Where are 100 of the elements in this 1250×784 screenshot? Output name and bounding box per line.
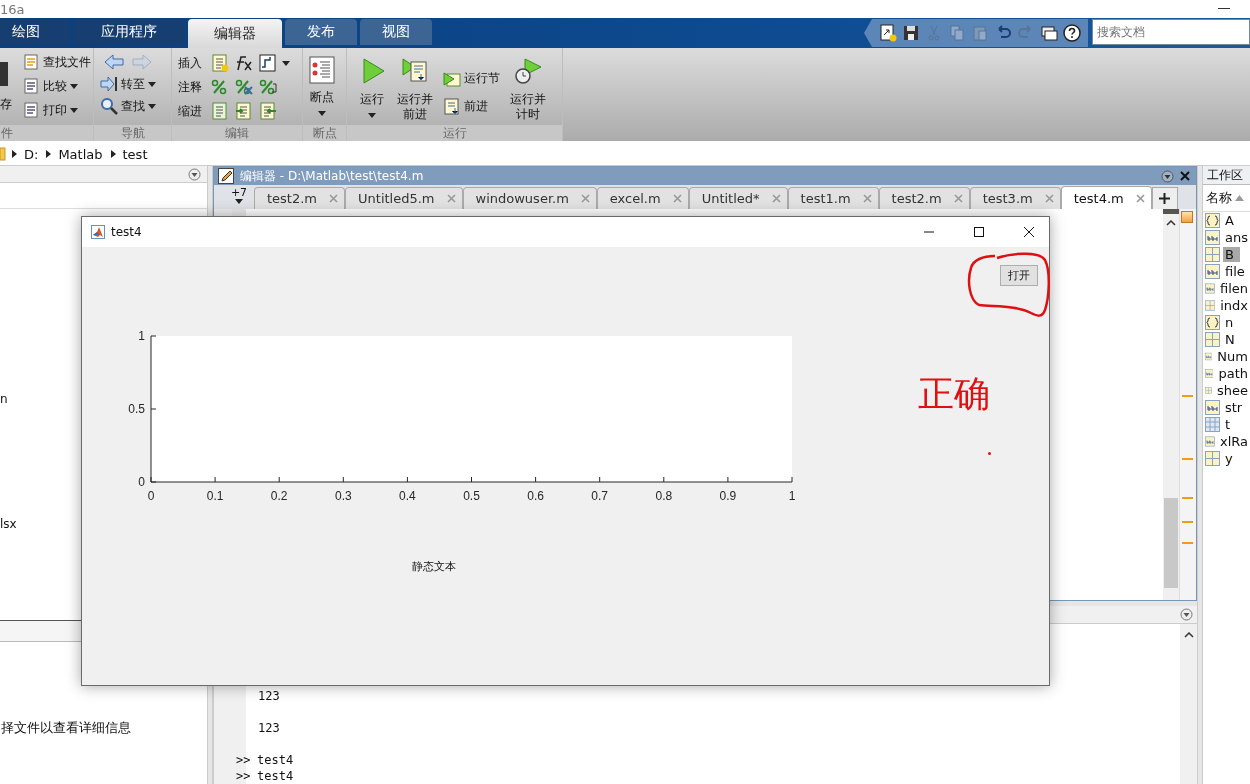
variable-name[interactable]: filen (1217, 281, 1250, 296)
dropdown-icon[interactable] (1180, 608, 1193, 621)
file-tab[interactable]: test1.m (787, 187, 879, 209)
search-field[interactable]: 搜索文档 (1092, 18, 1250, 45)
save-icon[interactable] (0, 62, 10, 86)
file-tab[interactable]: Untitled* (688, 187, 788, 209)
close-icon[interactable] (1023, 226, 1035, 238)
editor-title: 编辑器 - D:\Matlab\test\test4.m (240, 167, 424, 185)
scroll-up-icon[interactable] (1166, 220, 1176, 226)
dropdown-icon[interactable] (188, 167, 201, 181)
chevron-icon[interactable] (110, 150, 117, 158)
ribbon-button[interactable]: 转至 (100, 74, 165, 94)
ribbon-tab[interactable]: 绘图 (0, 19, 70, 45)
minimize-icon[interactable] (1218, 8, 1230, 10)
help-icon[interactable] (1062, 23, 1082, 43)
command-output: 123 (258, 689, 280, 703)
file-tab[interactable]: Untitled5.m (345, 187, 463, 209)
advance-icon (443, 97, 461, 116)
warning-marker[interactable] (1182, 458, 1193, 460)
warning-marker[interactable] (1182, 395, 1193, 397)
ribbon-tab[interactable]: 视图 (360, 19, 432, 45)
warning-marker[interactable] (1182, 542, 1193, 544)
variable-name[interactable]: B (1223, 247, 1240, 262)
variable-name[interactable]: t (1223, 417, 1233, 432)
file-list-item[interactable]: n (0, 392, 8, 409)
ribbon-button[interactable]: 打印 (22, 100, 91, 120)
scrollbar[interactable] (1180, 624, 1197, 784)
scroll-thumb[interactable] (1164, 498, 1178, 588)
save-button-label[interactable]: 存 (0, 96, 12, 113)
indent-right-icon[interactable] (234, 102, 254, 120)
maximize-icon[interactable] (973, 226, 985, 238)
ribbon-button[interactable]: 查找文件 (22, 52, 91, 72)
variable-name[interactable]: N (1223, 332, 1237, 347)
variable-name[interactable]: xlRa (1217, 434, 1250, 449)
chevron-icon[interactable] (46, 150, 53, 158)
warning-marker[interactable] (1182, 497, 1193, 499)
smart-indent-icon[interactable] (210, 102, 230, 120)
group-label: 运行 (347, 125, 562, 141)
run-button[interactable]: 运行并 计时 (510, 52, 546, 125)
scrollbar[interactable] (1163, 209, 1179, 600)
grid-icon (1205, 332, 1220, 347)
fx-icon[interactable] (234, 54, 254, 72)
new-tab-button[interactable] (1151, 187, 1178, 209)
variable-name[interactable]: n (1223, 315, 1236, 330)
file-tab[interactable]: test2.m (254, 187, 346, 209)
column-header[interactable]: 名称 (1206, 189, 1232, 207)
back-arrow-icon[interactable] (104, 54, 124, 70)
percent-cross-icon[interactable] (234, 78, 254, 96)
indent-left-icon[interactable] (258, 102, 278, 120)
file-tab[interactable]: test2.m (878, 187, 970, 209)
dropdown-icon[interactable] (1161, 169, 1174, 183)
ribbon-tab[interactable]: 发布 (285, 19, 357, 45)
close-icon[interactable] (1180, 171, 1190, 181)
open-button[interactable]: 打开 (1000, 265, 1038, 286)
x-tick-label: 0.3 (334, 489, 352, 503)
warning-marker[interactable] (1182, 521, 1193, 523)
variable-name[interactable]: shee (1215, 383, 1250, 398)
save-icon[interactable] (901, 23, 921, 43)
sort-ascending-icon[interactable] (1235, 195, 1244, 201)
variable-name[interactable]: file (1223, 264, 1247, 279)
group-label: 编辑 (172, 125, 302, 141)
variable-name[interactable]: path (1216, 366, 1250, 381)
split-handle[interactable] (1163, 209, 1179, 214)
function-icon[interactable] (258, 54, 278, 72)
ribbon-button[interactable]: 查找 (100, 96, 165, 116)
variable-name[interactable]: indx (1218, 298, 1250, 313)
run-button[interactable]: 运行并 前进 (397, 52, 433, 125)
ribbon-tab[interactable]: 编辑器 (188, 19, 282, 48)
path-segment[interactable]: Matlab (58, 146, 103, 162)
variable-name[interactable]: y (1223, 451, 1235, 466)
variable-name[interactable]: A (1223, 213, 1236, 228)
new-file-icon[interactable] (878, 23, 898, 43)
variable-name[interactable]: str (1223, 400, 1245, 415)
overflow-tabs-button[interactable]: +7 (224, 187, 254, 209)
ribbon-tab[interactable]: 应用程序 (73, 19, 185, 45)
status-indicator[interactable] (1181, 211, 1193, 223)
chevron-icon[interactable] (12, 150, 18, 158)
path-segment[interactable]: D: (24, 146, 39, 162)
go-to-icon (100, 75, 118, 93)
variable-name[interactable]: Num (1215, 349, 1250, 364)
run-button[interactable]: 前进 (443, 96, 500, 117)
ribbon-button[interactable]: 比较 (22, 76, 91, 96)
percent-wrap-icon[interactable] (258, 78, 278, 96)
path-segment[interactable]: test (122, 146, 148, 162)
folder-icon[interactable] (0, 147, 6, 161)
character-array-icon (1205, 434, 1215, 449)
file-tab[interactable]: excel.m (596, 187, 689, 209)
windows-icon[interactable] (1039, 23, 1059, 43)
breakpoints-button[interactable]: 断点 (309, 52, 335, 125)
file-list-item[interactable]: lsx (0, 517, 17, 534)
file-tab[interactable]: test4.m (1060, 186, 1152, 209)
search-icon (100, 97, 118, 115)
run-button[interactable]: 运行 (357, 52, 387, 125)
file-tab[interactable]: windowuser.m (462, 187, 597, 209)
caret-icon (235, 199, 243, 204)
variable-name[interactable]: ans (1223, 230, 1250, 245)
run-button[interactable]: 运行节 (443, 68, 500, 89)
character-array-icon (1205, 230, 1220, 245)
scroll-up-icon[interactable] (1183, 632, 1194, 638)
file-tab[interactable]: test3.m (969, 187, 1061, 209)
